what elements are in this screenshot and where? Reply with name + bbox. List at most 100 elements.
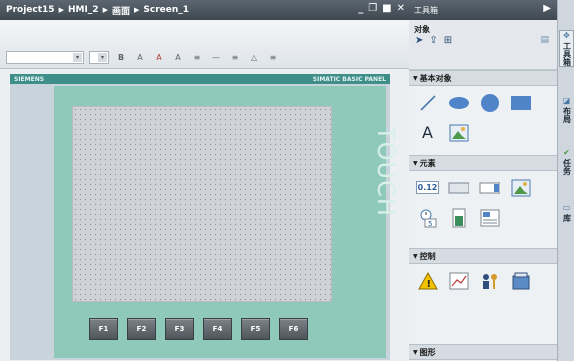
io-field-icon[interactable]: 0.12 [415,177,440,198]
function-key-f6[interactable]: F6 [279,318,308,340]
bar-graph-icon[interactable] [448,207,469,228]
text-tool-icon[interactable]: A [417,122,438,143]
line-style-button[interactable]: — [209,51,223,64]
function-key-f1[interactable]: F1 [89,318,118,340]
user-view-icon[interactable] [479,270,500,291]
breadcrumb-device[interactable]: HMI_2 [68,5,99,15]
breadcrumb-separator-icon: ▶ [58,6,64,14]
hmi-panel: SIEMENS SIMATIC BASIC PANEL TOUCH F1 F2 … [10,74,400,360]
distribute-button[interactable]: ≡ [228,51,242,64]
tasks-icon: ✔ [563,148,570,157]
basic-objects-label: 基本对象 [419,73,452,83]
function-key-f3[interactable]: F3 [165,318,194,340]
controls-label: 控制 [419,251,436,261]
tab-layout[interactable]: ◪ 布局 [559,96,574,123]
line-tool-icon[interactable] [417,92,438,113]
symbolic-io-icon[interactable] [479,177,500,198]
editor-title-bar: Project15 ▶ HMI_2 ▶ 画面 ▶ Screen_1 _ ❐ ■ … [0,0,409,20]
expand-triangle-icon: ▼ [413,348,418,356]
expand-triangle-icon: ▼ [413,252,418,260]
breadcrumb-screen[interactable]: Screen_1 [143,5,189,15]
io-field-glyph: 0.12 [415,181,440,194]
trend-view-icon[interactable] [448,270,469,291]
align-button[interactable]: ≡ [190,51,204,64]
breadcrumb-project[interactable]: Project15 [6,5,55,15]
tab-layout-label: 布局 [562,107,572,123]
alarm-view-icon[interactable]: ! [417,270,438,291]
minimize-button[interactable]: _ [358,3,363,14]
chevron-down-icon[interactable]: ▾ [73,53,82,62]
graphics-section: ▼ 图形 [409,344,557,360]
elements-section: ▼ 元素 0.12 5 [409,155,557,234]
font-size-combo[interactable]: ▾ [89,51,109,64]
screen-editor: Project15 ▶ HMI_2 ▶ 画面 ▶ Screen_1 _ ❐ ■ … [0,0,409,361]
function-key-f2[interactable]: F2 [127,318,156,340]
close-button[interactable]: ✕ [397,3,405,14]
elements-label: 元素 [419,158,436,168]
breadcrumb-separator-icon: ▶ [102,6,108,14]
fill-color-button[interactable]: A [152,51,166,64]
window-controls: _ ❐ ■ ✕ [358,3,405,14]
controls-section: ▼ 控制 ! [409,248,557,297]
line-color-button[interactable]: A [171,51,185,64]
rectangle-tool-icon[interactable] [510,92,531,113]
tab-toolbox[interactable]: ✥ 工具箱 [559,30,574,67]
graphics-header[interactable]: ▼ 图形 [409,344,557,360]
objects-tools: ➤ ⇪ ⊞ [415,35,452,46]
tab-toolbox-label: 工具箱 [562,42,572,66]
graphics-label: 图形 [419,347,436,357]
toolbox-title: 工具箱 [414,5,438,15]
layout-icon: ◪ [562,96,571,105]
touch-label: TOUCH [372,126,400,217]
screen-design-area[interactable] [72,106,332,302]
tab-library[interactable]: ▭ 库 [559,203,574,222]
pointer-icon[interactable]: ➤ [415,35,423,46]
graphic-io-icon[interactable] [510,177,531,198]
font-combo[interactable]: ▾ [6,51,84,64]
ellipse-tool-icon[interactable] [448,92,469,113]
elements-header[interactable]: ▼ 元素 [409,155,557,171]
basic-objects-section: ▼ 基本对象 A [409,70,557,149]
circle-tool-icon[interactable] [479,92,500,113]
toolbox-panel: 工具箱 ▶ 对象 ➤ ⇪ ⊞ ▤ ▼ 基本对象 A ▼ 元素 0.12 5 ▼ … [409,0,557,361]
siemens-logo: SIEMENS [14,75,45,83]
tab-library-label: 库 [562,214,572,222]
font-color-button[interactable]: A [133,51,147,64]
text-tool-glyph: A [422,123,433,142]
breadcrumb-separator-icon: ▶ [133,6,140,14]
function-key-f5[interactable]: F5 [241,318,270,340]
tab-tasks[interactable]: ✔ 任务 [559,148,574,175]
collapse-arrow-icon[interactable]: ▶ [543,3,551,14]
upload-icon[interactable]: ⇪ [429,35,437,46]
recipe-view-icon[interactable] [510,270,531,291]
tree-icon[interactable]: ⊞ [444,35,452,46]
function-keys: F1 F2 F3 F4 F5 F6 [89,318,308,340]
switch-tool-icon[interactable] [479,207,500,228]
design-canvas[interactable]: SIEMENS SIMATIC BASIC PANEL TOUCH F1 F2 … [0,69,409,361]
date-time-field-icon[interactable]: 5 [417,207,438,228]
restore-button[interactable]: ❐ [368,3,377,14]
function-key-f4[interactable]: F4 [203,318,232,340]
rotate-button[interactable]: △ [247,51,261,64]
button-tool-icon[interactable] [448,177,469,198]
controls-header[interactable]: ▼ 控制 [409,248,557,264]
chevron-down-icon[interactable]: ▾ [98,53,107,62]
svg-text:!: ! [426,279,431,290]
expand-triangle-icon: ▼ [413,74,418,82]
bold-button[interactable]: B [114,51,128,64]
panel-model-label: SIMATIC BASIC PANEL [312,75,386,83]
breadcrumb-screens[interactable]: 画面 [112,4,130,17]
task-card-tabs: ✥ 工具箱 ◪ 布局 ✔ 任务 ▭ 库 [557,0,574,361]
objects-section: 对象 ➤ ⇪ ⊞ ▤ [409,20,557,70]
svg-text:5: 5 [428,220,432,228]
maximize-button[interactable]: ■ [382,3,391,14]
library-icon: ▭ [562,203,571,212]
arrange-button[interactable]: ≡ [266,51,280,64]
list-view-icon[interactable]: ▤ [540,35,549,45]
toolbox-title-bar: 工具箱 ▶ [409,0,557,20]
format-toolbar: ▾ ▾ B A A A ≡ — ≡ △ ≡ [0,20,409,69]
tab-tasks-label: 任务 [562,159,572,175]
graphic-view-icon[interactable] [448,122,469,143]
basic-objects-header[interactable]: ▼ 基本对象 [409,70,557,86]
panel-brand-bar: SIEMENS SIMATIC BASIC PANEL [10,74,390,84]
